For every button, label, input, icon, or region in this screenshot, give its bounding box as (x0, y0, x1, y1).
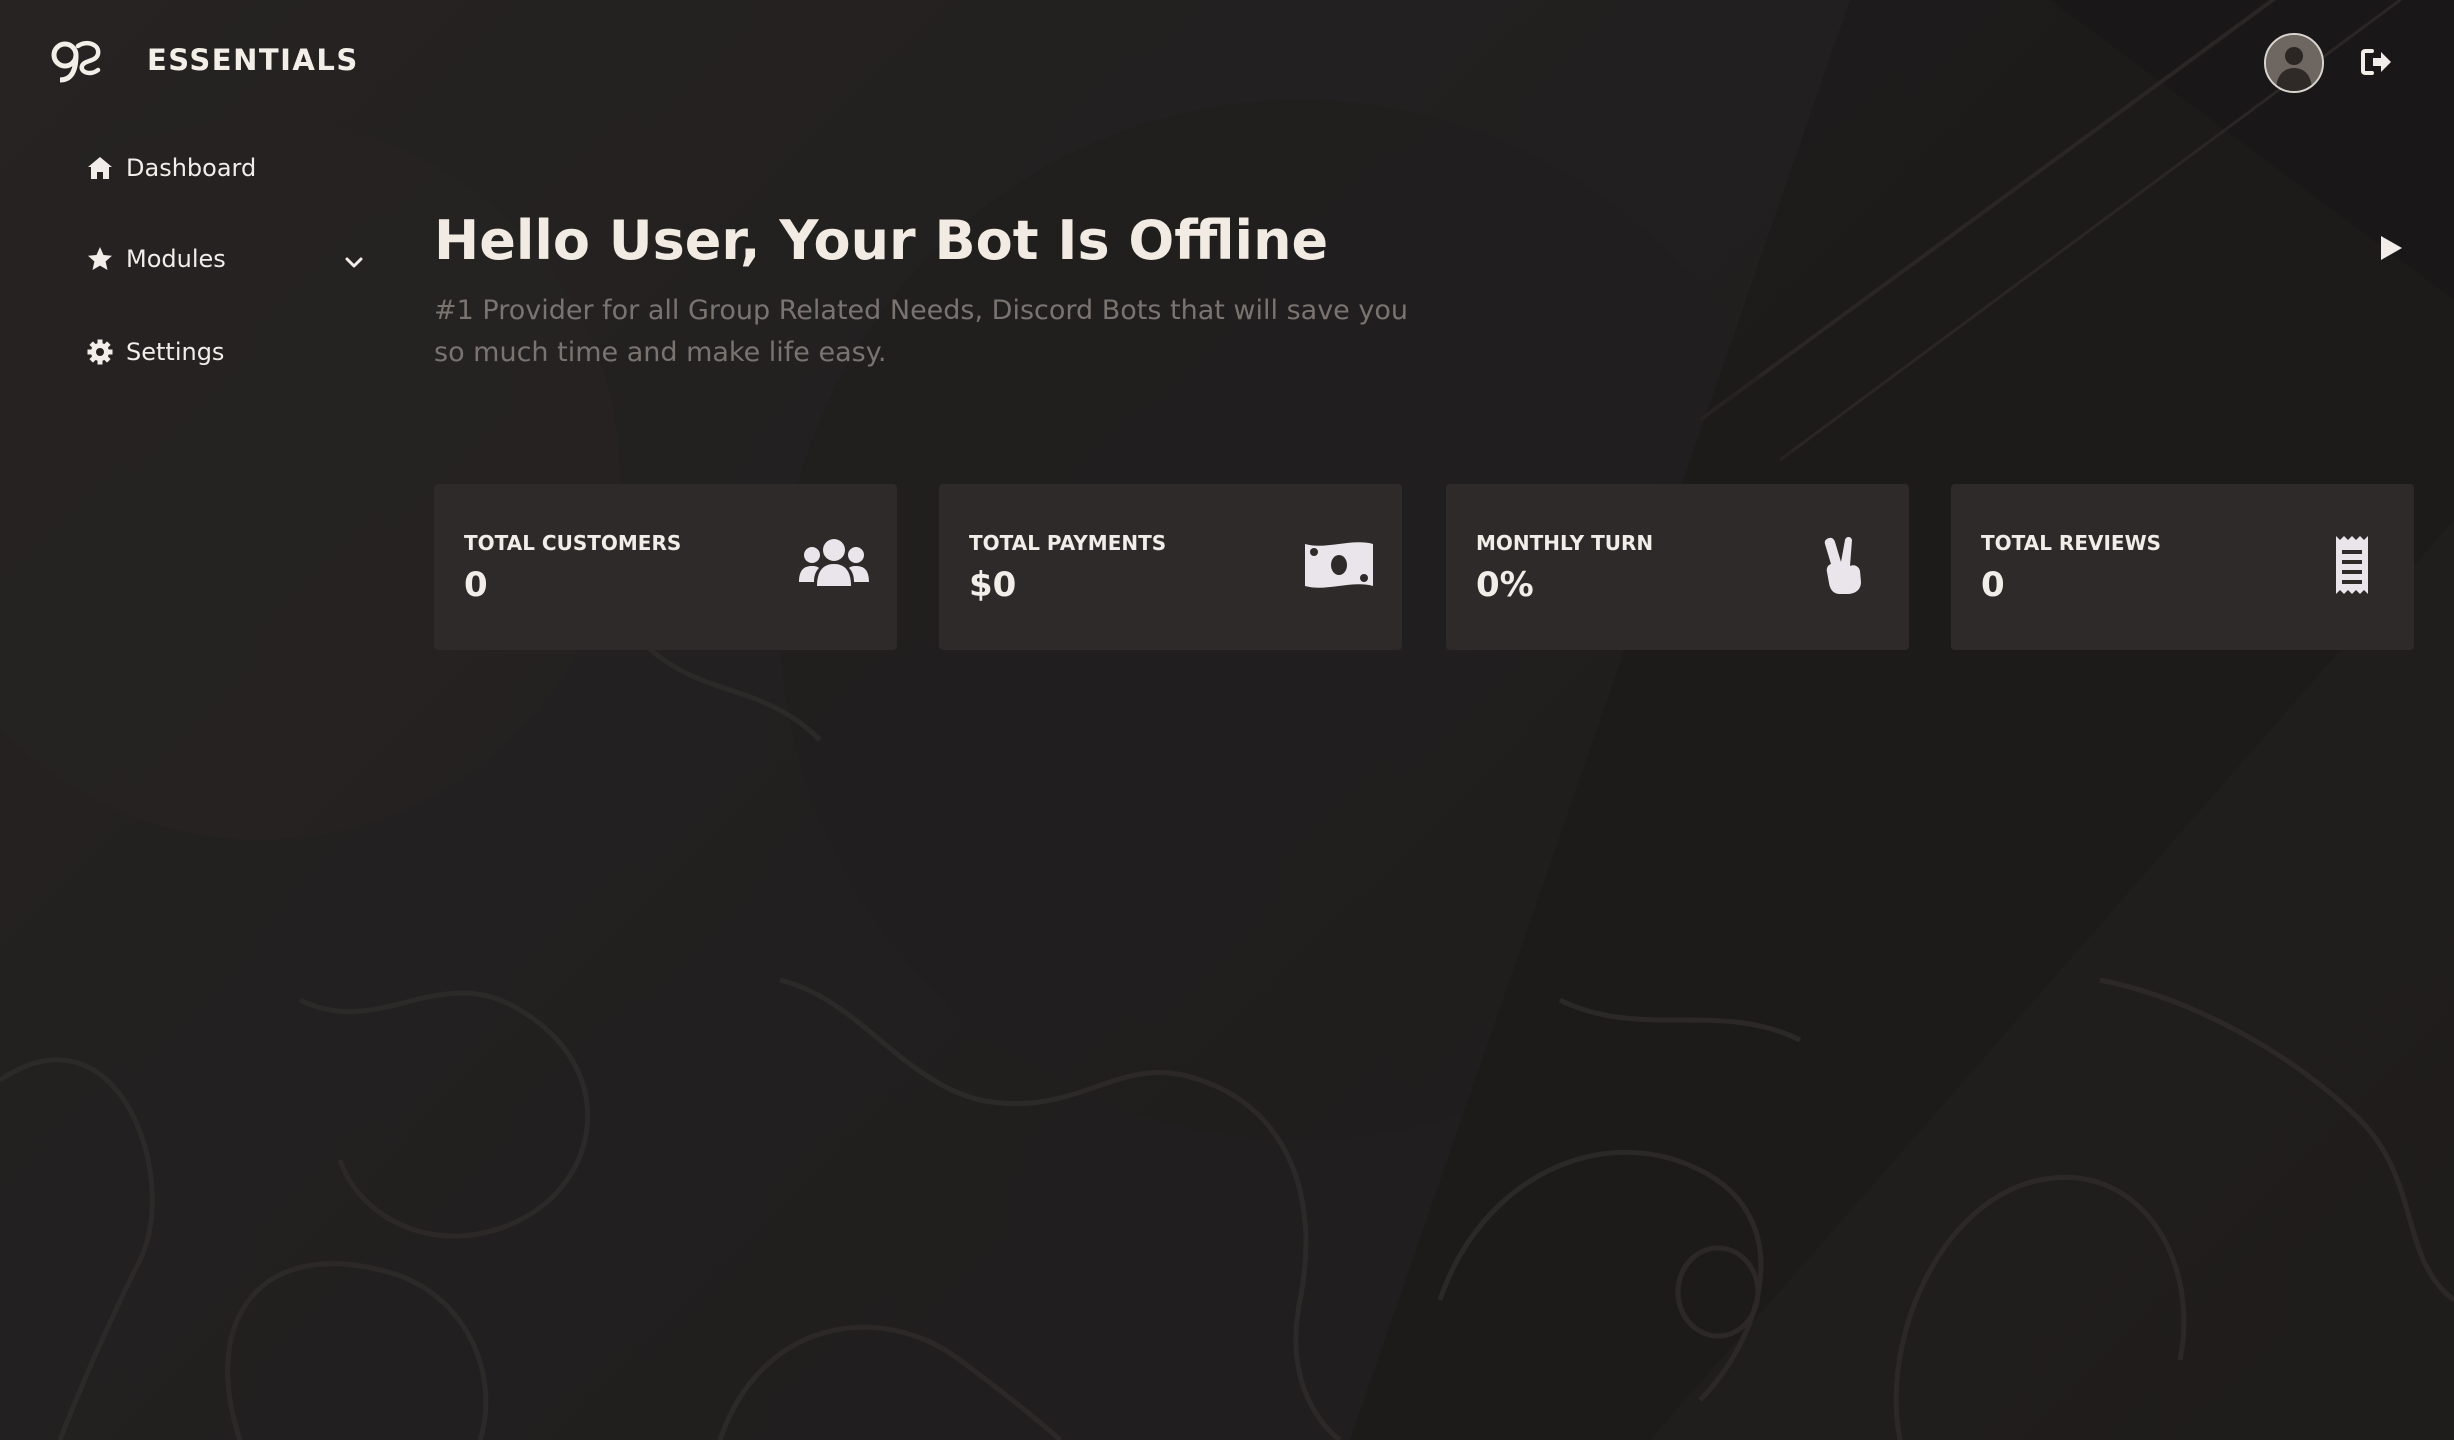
logout-icon[interactable] (2360, 45, 2394, 79)
sidebar-item-settings[interactable]: Settings (86, 338, 224, 366)
stat-value: 0 (464, 565, 488, 605)
home-icon (88, 157, 112, 179)
money-bill-icon (1305, 542, 1373, 588)
stat-value: 0 (1981, 565, 2005, 605)
sidebar-item-label: Dashboard (126, 154, 257, 182)
gear-icon (87, 339, 113, 365)
play-icon[interactable] (2378, 234, 2404, 262)
stat-value: $0 (969, 565, 1017, 605)
sidebar-item-label: Settings (126, 338, 225, 366)
page-title: Hello User, Your Bot Is Offline (434, 209, 1329, 272)
users-icon (799, 539, 869, 586)
stat-card-total-customers: TOTAL CUSTOMERS 0 (434, 484, 897, 650)
stat-card-monthly-turn: MONTHLY TURN 0% (1446, 484, 1909, 650)
sidebar-item-label: Modules (126, 245, 226, 273)
receipt-icon (2336, 536, 2368, 594)
essentials-logo-icon[interactable] (48, 36, 102, 90)
stat-card-total-reviews: TOTAL REVIEWS 0 (1951, 484, 2414, 650)
stat-label: TOTAL CUSTOMERS (464, 531, 682, 555)
sidebar-item-modules[interactable]: Modules (86, 245, 364, 273)
stat-label: TOTAL REVIEWS (1981, 531, 2162, 555)
stat-label: TOTAL PAYMENTS (969, 531, 1167, 555)
sidebar-item-dashboard[interactable]: Dashboard (86, 154, 256, 182)
stat-label: MONTHLY TURN (1476, 531, 1654, 555)
avatar-image (2266, 35, 2322, 91)
dashboard-page: ESSENTIALS Dashboard Modules Settings He… (0, 0, 2454, 1440)
star-icon (88, 247, 112, 270)
page-subtitle: #1 Provider for all Group Related Needs,… (434, 295, 1408, 368)
stat-card-total-payments: TOTAL PAYMENTS $0 (939, 484, 1402, 650)
stat-value: 0% (1476, 565, 1534, 605)
peace-hand-icon (1824, 537, 1861, 594)
brand-name: ESSENTIALS (147, 43, 359, 77)
chevron-down-icon[interactable] (344, 253, 364, 273)
user-avatar[interactable] (2264, 33, 2324, 93)
